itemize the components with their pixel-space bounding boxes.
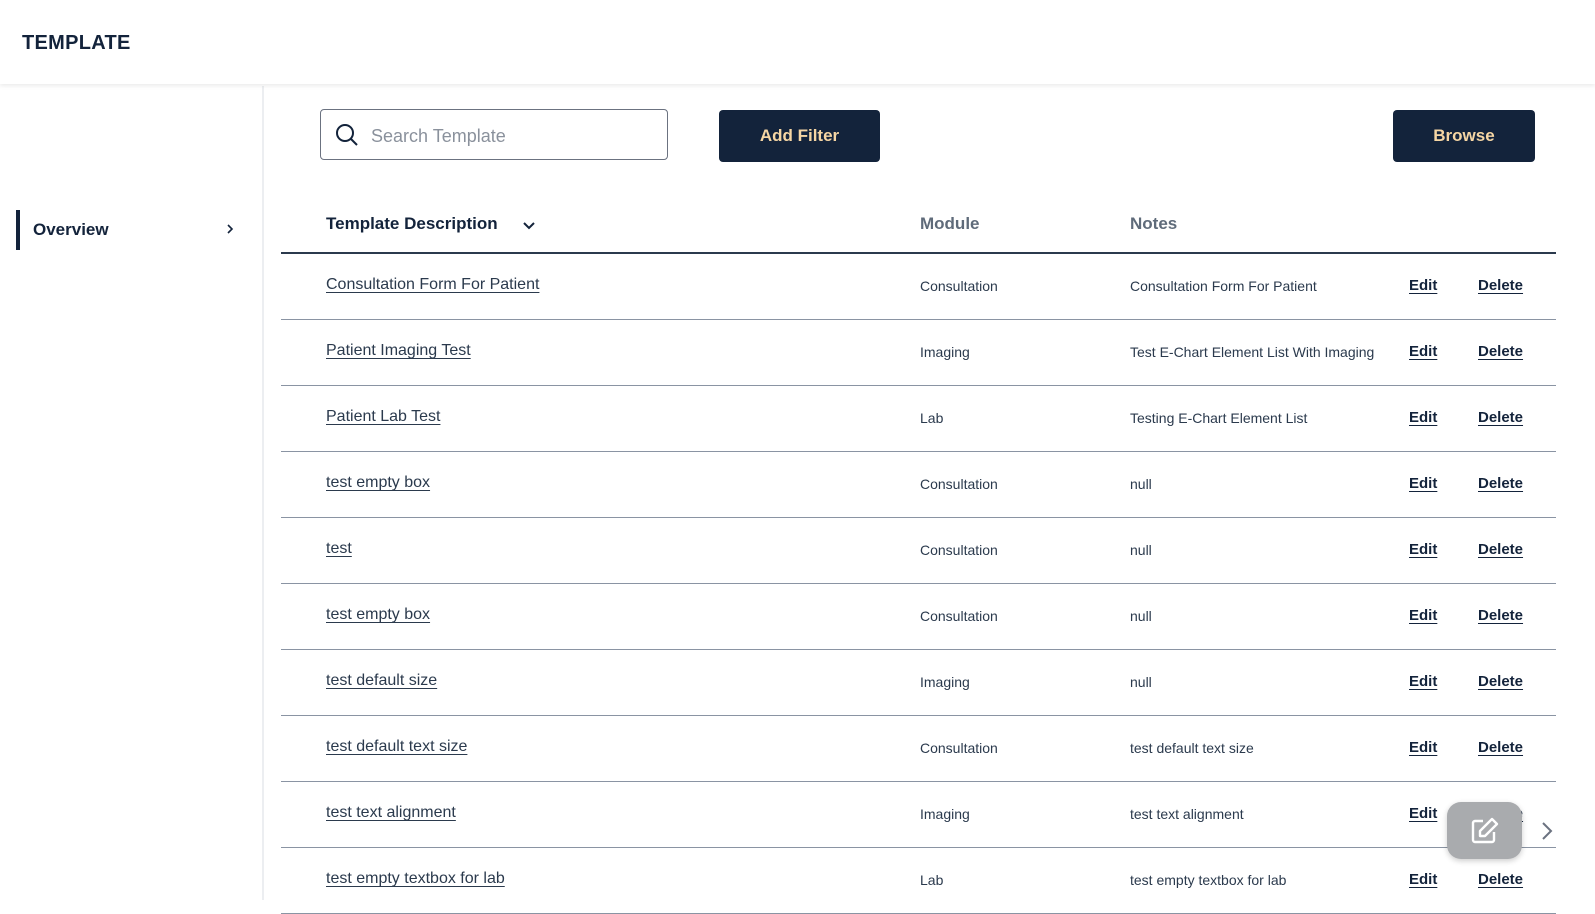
notes-cell: null [1130, 674, 1152, 690]
table-row: Consultation Form For Patient Consultatio… [281, 254, 1556, 320]
module-cell: Imaging [920, 806, 970, 822]
template-description-link[interactable]: test text alignment [326, 804, 456, 822]
module-cell: Lab [920, 410, 944, 426]
edit-link[interactable]: Edit [1409, 805, 1437, 822]
table-row: test default text size Consultation test d… [281, 716, 1556, 782]
search-input[interactable] [369, 120, 658, 152]
template-description-link[interactable]: test empty box [326, 474, 430, 492]
module-cell: Imaging [920, 674, 970, 690]
edit-fab-button[interactable] [1447, 802, 1522, 859]
module-cell: Lab [920, 872, 944, 888]
delete-link[interactable]: Delete [1478, 871, 1523, 888]
column-header-description[interactable]: Template Description [326, 214, 498, 234]
delete-link[interactable]: Delete [1478, 277, 1523, 294]
column-header-notes: Notes [1130, 214, 1178, 233]
delete-link[interactable]: Delete [1478, 475, 1523, 492]
template-description-link[interactable]: test default text size [326, 738, 467, 756]
page-title: TEMPLATE [22, 32, 131, 54]
delete-link[interactable]: Delete [1478, 343, 1523, 360]
edit-link[interactable]: Edit [1409, 607, 1437, 624]
sidebar-item-overview[interactable]: Overview [16, 210, 246, 250]
browse-button[interactable]: Browse [1393, 110, 1535, 162]
table-row: Patient Imaging Test Imaging Test E-Chart … [281, 320, 1556, 386]
template-description-link[interactable]: test [326, 540, 352, 558]
sidebar-item-label: Overview [33, 220, 109, 239]
template-description-link[interactable]: Patient Lab Test [326, 408, 440, 426]
module-cell: Consultation [920, 476, 998, 492]
table-header: Template Description Module Notes [281, 200, 1556, 254]
edit-link[interactable]: Edit [1409, 871, 1437, 888]
template-description-link[interactable]: test empty box [326, 606, 430, 624]
notes-cell: Consultation Form For Patient [1130, 278, 1317, 294]
table-row: test empty box Consultation null Edit Delete [281, 584, 1556, 650]
edit-link[interactable]: Edit [1409, 343, 1437, 360]
table-row: test Consultation null Edit Delete [281, 518, 1556, 584]
search-icon [336, 124, 358, 146]
delete-link[interactable]: Delete [1478, 673, 1523, 690]
template-description-link[interactable]: test default size [326, 672, 437, 690]
add-filter-button[interactable]: Add Filter [719, 110, 880, 162]
notes-cell: test empty textbox for lab [1130, 872, 1287, 888]
chevron-right-icon [227, 224, 234, 234]
edit-note-icon [1471, 817, 1499, 844]
table-row: test default size Imaging null Edit Delete [281, 650, 1556, 716]
module-cell: Imaging [920, 344, 970, 360]
table-body: Consultation Form For Patient Consultatio… [281, 254, 1556, 914]
template-description-link[interactable]: Consultation Form For Patient [326, 276, 539, 294]
notes-cell: null [1130, 608, 1152, 624]
sidebar: Overview [0, 86, 264, 900]
edit-link[interactable]: Edit [1409, 409, 1437, 426]
table-row: test empty textbox for lab Lab test empty … [281, 848, 1556, 914]
delete-link[interactable]: Delete [1478, 409, 1523, 426]
module-cell: Consultation [920, 608, 998, 624]
chevron-right-icon[interactable] [1538, 820, 1556, 842]
module-cell: Consultation [920, 542, 998, 558]
template-description-link[interactable]: Patient Imaging Test [326, 342, 471, 360]
edit-link[interactable]: Edit [1409, 475, 1437, 492]
template-description-link[interactable]: test empty textbox for lab [326, 870, 505, 888]
search-box[interactable] [320, 109, 668, 160]
notes-cell: Test E-Chart Element List With Imaging [1130, 344, 1375, 360]
table-row: test empty box Consultation null Edit Delete [281, 452, 1556, 518]
table-row: test text alignment Imaging test text alig… [281, 782, 1556, 848]
module-cell: Consultation [920, 740, 998, 756]
column-header-module: Module [920, 214, 980, 233]
delete-link[interactable]: Delete [1478, 739, 1523, 756]
notes-cell: test text alignment [1130, 806, 1244, 822]
notes-cell: test default text size [1130, 740, 1254, 756]
top-bar: TEMPLATE [0, 0, 1595, 84]
delete-link[interactable]: Delete [1478, 607, 1523, 624]
notes-cell: null [1130, 476, 1152, 492]
edit-link[interactable]: Edit [1409, 673, 1437, 690]
table-row: Patient Lab Test Lab Testing E-Chart Eleme… [281, 386, 1556, 452]
edit-link[interactable]: Edit [1409, 739, 1437, 756]
edit-link[interactable]: Edit [1409, 277, 1437, 294]
notes-cell: Testing E-Chart Element List [1130, 410, 1308, 426]
notes-cell: null [1130, 542, 1152, 558]
module-cell: Consultation [920, 278, 998, 294]
chevron-down-icon[interactable] [521, 218, 537, 234]
delete-link[interactable]: Delete [1478, 541, 1523, 558]
edit-link[interactable]: Edit [1409, 541, 1437, 558]
active-indicator [16, 210, 20, 250]
